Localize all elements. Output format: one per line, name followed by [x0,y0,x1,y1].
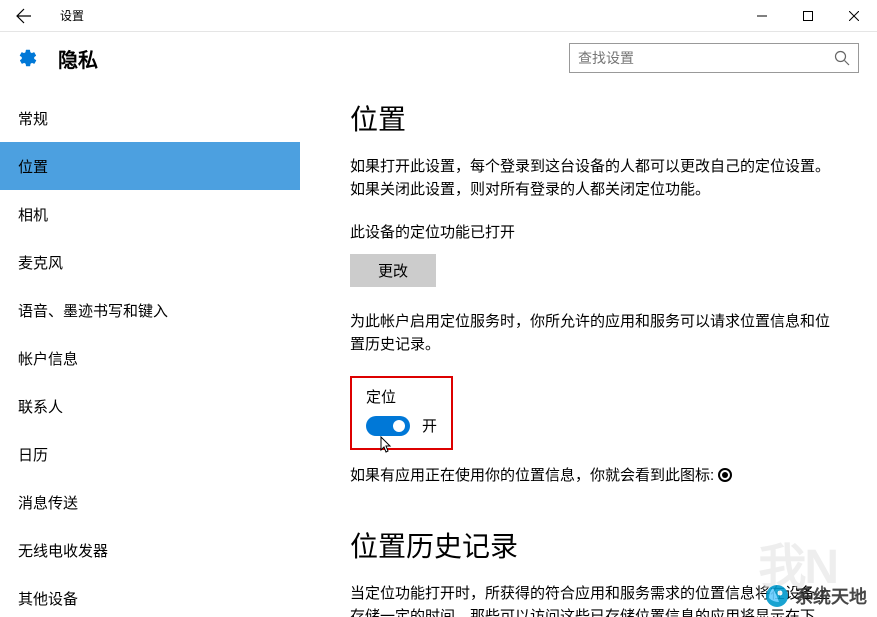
window-controls [739,0,877,32]
watermark-icon [765,584,789,608]
location-indicator-icon [718,468,732,482]
titlebar: 设置 [0,0,877,32]
nav-account-info[interactable]: 帐户信息 [0,334,300,382]
nav-general[interactable]: 常规 [0,94,300,142]
toggle-row: 开 [366,415,437,436]
account-location-description: 为此帐户启用定位服务时，你所允许的应用和服务可以请求位置信息和位置历史记录。 [350,311,837,356]
location-toggle[interactable] [366,416,410,436]
back-button[interactable] [0,0,48,32]
toggle-knob [393,420,405,432]
minimize-icon [757,11,767,21]
search-input[interactable] [578,50,834,66]
nav-location[interactable]: 位置 [0,142,300,190]
change-button[interactable]: 更改 [350,254,436,287]
location-description: 如果打开此设置，每个登录到这台设备的人都可以更改自己的定位设置。如果关闭此设置，… [350,156,837,201]
cursor-icon [380,436,394,454]
search-icon [834,50,850,66]
minimize-button[interactable] [739,0,785,32]
close-button[interactable] [831,0,877,32]
back-arrow-icon [16,8,32,24]
nav-calendar[interactable]: 日历 [0,430,300,478]
nav-camera[interactable]: 相机 [0,190,300,238]
watermark-text: 系统天地 [795,583,867,609]
header: 隐私 [0,32,877,84]
maximize-icon [803,11,813,21]
highlight-box: 定位 开 [350,376,453,450]
location-toggle-label: 定位 [366,386,437,407]
device-location-status: 此设备的定位功能已打开 [350,221,837,242]
indicator-text: 如果有应用正在使用你的位置信息，你就会看到此图标: [350,464,714,485]
nav-radios[interactable]: 无线电收发器 [0,526,300,574]
watermark: 系统天地 [765,583,867,609]
nav-speech-inking[interactable]: 语音、墨迹书写和键入 [0,286,300,334]
toggle-state-text: 开 [422,415,437,436]
section-location-title: 位置 [350,98,837,138]
nav-messaging[interactable]: 消息传送 [0,478,300,526]
maximize-button[interactable] [785,0,831,32]
search-box[interactable] [569,43,859,73]
nav-other-devices[interactable]: 其他设备 [0,574,300,617]
nav-microphone[interactable]: 麦克风 [0,238,300,286]
page-title: 隐私 [58,44,569,73]
content: 常规 位置 相机 麦克风 语音、墨迹书写和键入 帐户信息 联系人 日历 消息传送… [0,84,877,617]
gear-icon [18,48,38,68]
window-title: 设置 [48,7,739,24]
sidebar: 常规 位置 相机 麦克风 语音、墨迹书写和键入 帐户信息 联系人 日历 消息传送… [0,84,300,617]
location-indicator-line: 如果有应用正在使用你的位置信息，你就会看到此图标: [350,464,837,485]
close-icon [849,11,859,21]
nav-contacts[interactable]: 联系人 [0,382,300,430]
